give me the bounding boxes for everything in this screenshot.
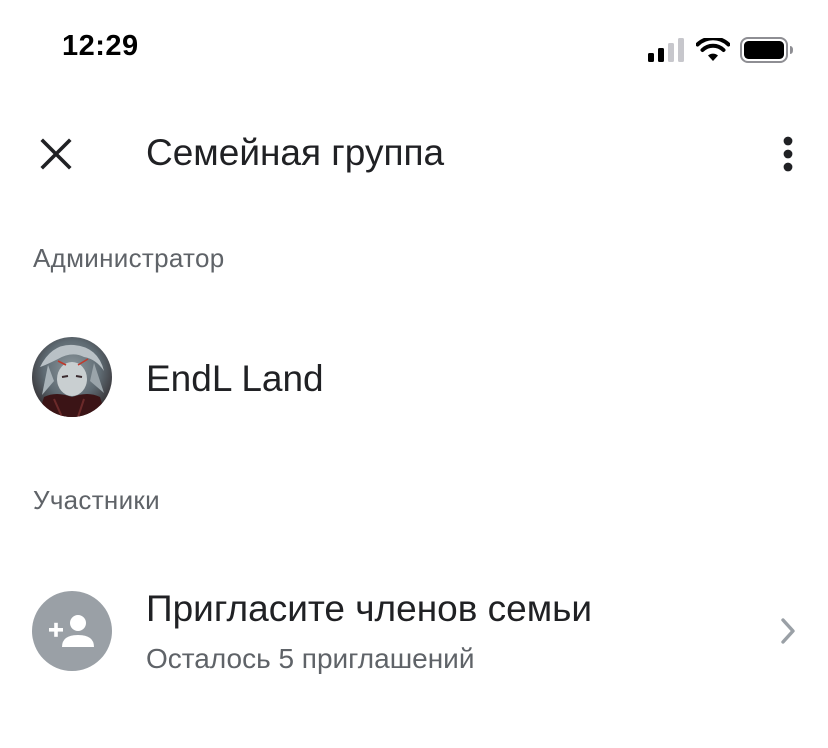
page-title: Семейная группа [146, 132, 445, 173]
admin-section-header: Администратор [33, 243, 225, 273]
more-options-button[interactable] [766, 118, 810, 190]
status-bar: 12:29 [0, 0, 828, 96]
admin-member-row[interactable]: EndL Land [0, 330, 828, 426]
member-name: EndL Land [146, 358, 324, 399]
app-bar: Семейная группа [0, 108, 828, 198]
invite-family-row[interactable]: Пригласите членов семьи Осталось 5 пригл… [0, 572, 828, 690]
invite-subtitle: Осталось 5 приглашений [146, 643, 475, 674]
avatar-image [32, 337, 112, 417]
more-vert-icon [783, 136, 793, 172]
battery-icon [740, 37, 793, 63]
chevron-right-icon [781, 618, 795, 644]
avatar [32, 337, 112, 417]
invite-avatar [32, 591, 112, 671]
close-button[interactable] [20, 118, 92, 190]
invite-title: Пригласите членов семьи [146, 588, 593, 629]
signal-icon [648, 38, 684, 62]
status-icons [648, 37, 794, 63]
status-time: 12:29 [62, 30, 139, 62]
close-icon [40, 138, 72, 170]
person-add-icon [49, 615, 94, 647]
members-section-header: Участники [33, 485, 160, 515]
wifi-icon [696, 38, 730, 61]
